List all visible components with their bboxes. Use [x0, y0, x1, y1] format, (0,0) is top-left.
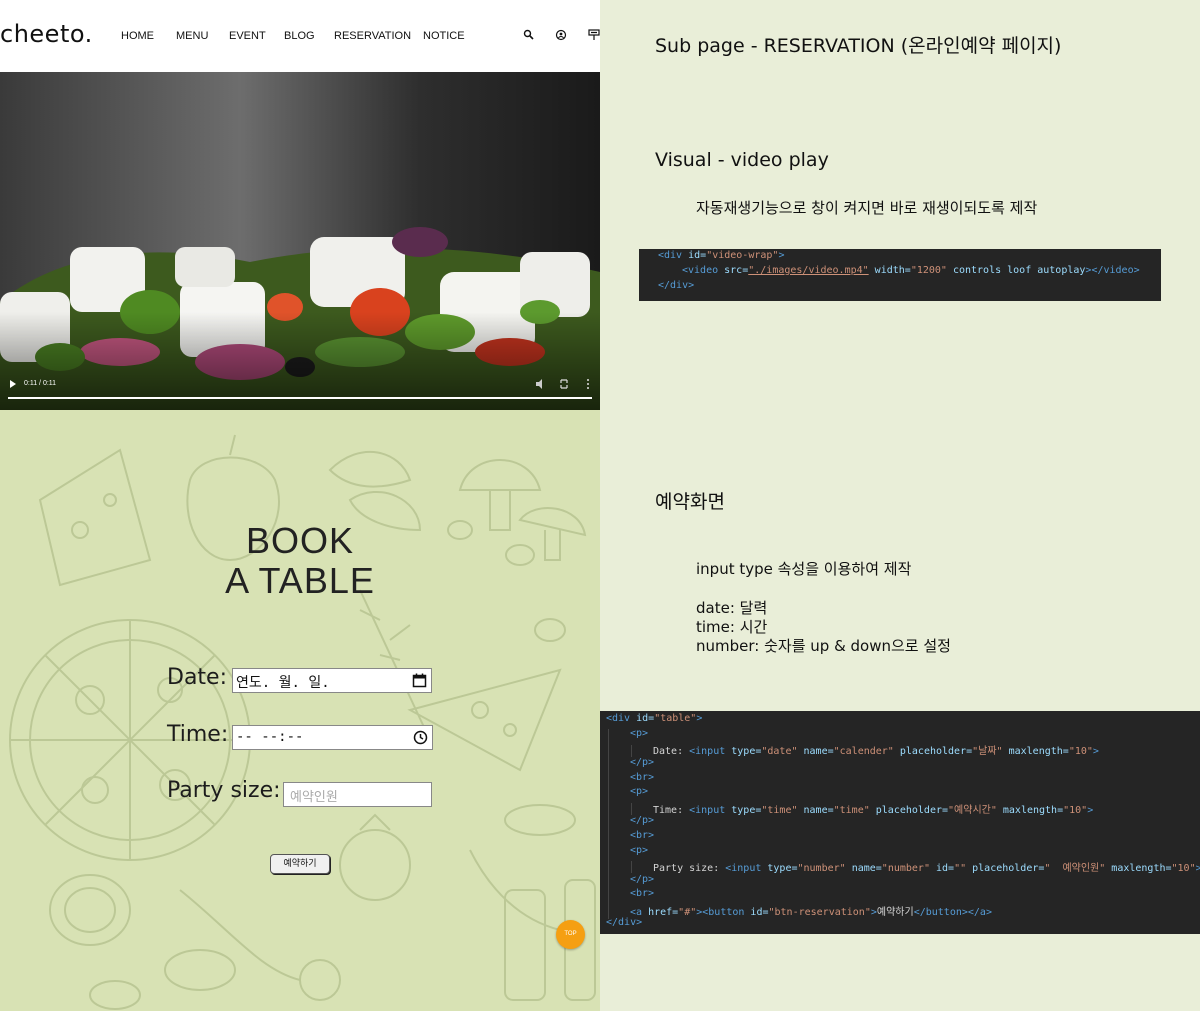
location-icon[interactable] — [587, 28, 600, 42]
book-table-heading: BOOK A TABLE — [200, 521, 400, 601]
party-size-label: Party size: — [167, 778, 281, 803]
code1-line3: </div> — [658, 280, 695, 291]
user-icon[interactable] — [554, 28, 568, 42]
more-icon[interactable] — [587, 379, 589, 389]
code2-p-open-2: <p> — [630, 786, 649, 797]
booking-section — [0, 410, 600, 1011]
fullscreen-icon[interactable] — [560, 379, 568, 389]
video-controls[interactable] — [0, 374, 600, 410]
book-title-line2: A TABLE — [225, 560, 375, 601]
time-input[interactable]: -- --:-- — [232, 725, 433, 750]
salad-video-frame — [0, 72, 600, 410]
calendar-icon[interactable] — [412, 673, 427, 688]
code2-br-1: <br> — [630, 772, 655, 783]
booking-description: input type 속성을 이용하여 제작 — [696, 560, 912, 578]
date-label: Date: — [167, 665, 227, 690]
time-input-value: -- --:-- — [236, 729, 304, 745]
party-size-placeholder: 예약인원 — [290, 790, 338, 805]
site-header: cheeto. HOME MENU EVENT BLOG RESERVATION… — [0, 0, 600, 72]
page-heading: Sub page - RESERVATION (온라인예약 페이지) — [655, 35, 1062, 57]
code2-party-line: Party size: <input type="number" name="n… — [653, 863, 1200, 874]
code1-line1: <div id="video-wrap"> — [658, 250, 785, 261]
date-note: date: 달력 — [696, 599, 768, 617]
code2-p-open-3: <p> — [630, 845, 649, 856]
code2-date-line: Date: <input type="date" name="calender"… — [653, 746, 1099, 757]
code2-time-line: Time: <input type="time" name="time" pla… — [653, 805, 1094, 816]
top-button[interactable]: TOP — [556, 920, 585, 949]
code2-div-close: </div> — [606, 917, 643, 928]
video-code-block: <div id="video-wrap"> <video src="./imag… — [639, 249, 1161, 301]
date-input-value: 연도. 월. 일. — [236, 675, 330, 691]
play-icon[interactable] — [10, 380, 16, 388]
party-size-input[interactable]: 예약인원 — [283, 782, 432, 807]
visual-description: 자동재생기능으로 창이 켜지면 바로 재생이되도록 제작 — [696, 199, 1038, 217]
video-time: 0:11 / 0:11 — [24, 380, 57, 387]
search-icon[interactable] — [522, 28, 536, 42]
site-preview: BOOK A TABLE Date: 연도. 월. 일. Time: -- --… — [0, 0, 600, 1011]
clock-icon[interactable] — [413, 730, 428, 745]
book-title-line1: BOOK — [245, 520, 355, 561]
table-code-block: <div id="table"> <p> Date: <input type="… — [600, 711, 1200, 934]
video-player[interactable] — [0, 72, 600, 410]
time-label: Time: — [167, 722, 229, 747]
number-note: number: 숫자를 up & down으로 설정 — [696, 637, 951, 655]
code2-br-2: <br> — [630, 830, 655, 841]
food-sketch-background — [0, 410, 600, 1011]
code2-p-close-3: </p> — [630, 874, 655, 885]
code2-p-open-1: <p> — [630, 728, 649, 739]
booking-title: 예약화면 — [655, 491, 725, 513]
code2-p-close-1: </p> — [630, 757, 655, 768]
volume-icon[interactable] — [536, 379, 542, 389]
code2-p-close-2: </p> — [630, 815, 655, 826]
code1-line2: <video src="./images/video.mp4" width="1… — [682, 265, 1140, 276]
video-progress[interactable] — [8, 397, 592, 399]
time-note: time: 시간 — [696, 618, 768, 636]
code2-line1: <div id="table"> — [606, 713, 703, 724]
reserve-button[interactable]: 예약하기 — [270, 854, 330, 874]
visual-title: Visual - video play — [655, 149, 829, 171]
date-input[interactable]: 연도. 월. 일. — [232, 668, 432, 693]
description-panel: Sub page - RESERVATION (온라인예약 페이지) Visua… — [600, 0, 1200, 1011]
code2-br-3: <br> — [630, 888, 655, 899]
code2-link-line: <a href="#"><button id="btn-reservation"… — [630, 907, 992, 918]
screenshot-root: BOOK A TABLE Date: 연도. 월. 일. Time: -- --… — [0, 0, 1200, 1011]
header-icons — [0, 28, 600, 44]
